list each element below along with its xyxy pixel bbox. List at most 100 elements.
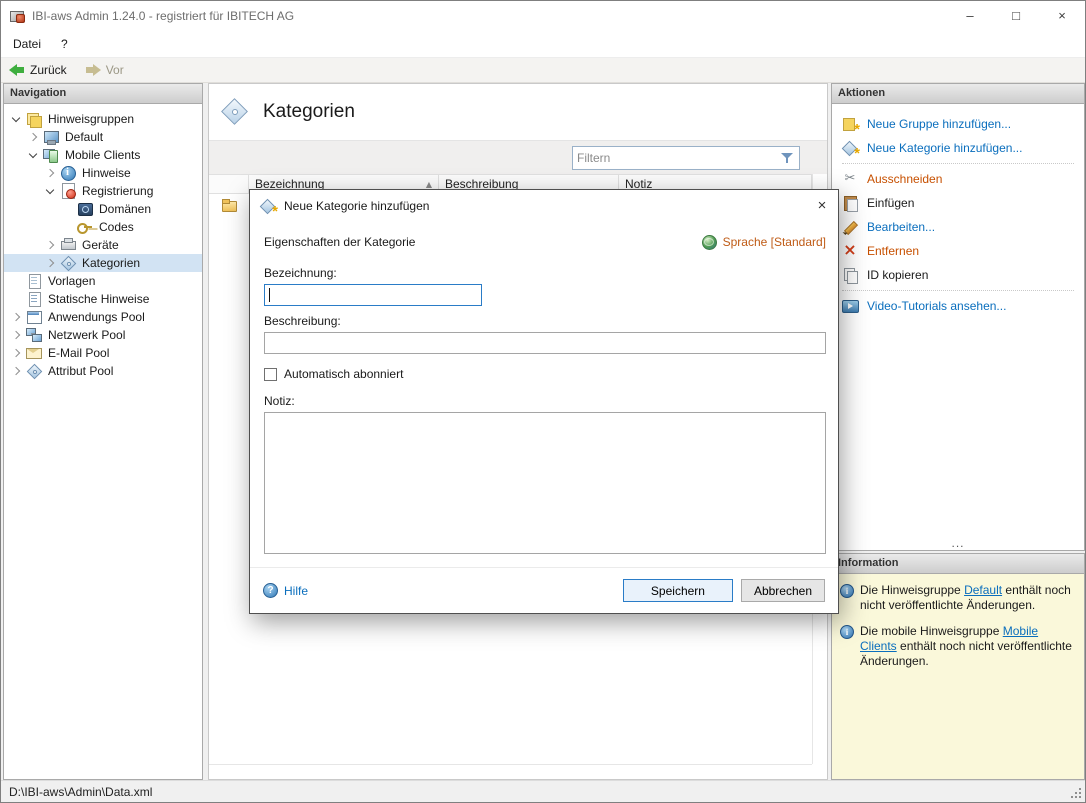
chevron-collapsed-icon[interactable] bbox=[44, 239, 57, 252]
help-link[interactable]: Hilfe bbox=[263, 583, 308, 598]
close-button[interactable]: × bbox=[1039, 1, 1085, 31]
tree-item-label: Domänen bbox=[96, 202, 154, 216]
nav-item-default[interactable]: Default bbox=[4, 128, 202, 146]
navigation-header: Navigation bbox=[4, 84, 202, 104]
info-text-prefix: Die mobile Hinweisgruppe bbox=[860, 624, 1003, 638]
computer-icon bbox=[43, 129, 59, 145]
nav-item-codes[interactable]: Codes bbox=[4, 218, 202, 236]
action-video-tutorials[interactable]: Video-Tutorials ansehen... bbox=[842, 294, 1074, 318]
chevron-collapsed-icon[interactable] bbox=[44, 167, 57, 180]
back-arrow-icon bbox=[9, 64, 25, 76]
filter-box bbox=[572, 146, 800, 170]
divider bbox=[842, 290, 1074, 291]
nav-item-attribut-pool[interactable]: Attribut Pool bbox=[4, 362, 202, 380]
actions-overflow[interactable]: ... bbox=[832, 536, 1084, 550]
notiz-label: Notiz: bbox=[264, 394, 826, 408]
template-icon bbox=[26, 273, 42, 289]
chevron-expanded-icon[interactable] bbox=[27, 149, 40, 162]
nav-item-email-pool[interactable]: E-Mail Pool bbox=[4, 344, 202, 362]
action-copy-id[interactable]: ID kopieren bbox=[842, 263, 1074, 287]
forward-button[interactable]: Vor bbox=[85, 63, 124, 77]
chevron-collapsed-icon[interactable] bbox=[10, 329, 23, 342]
devices-icon bbox=[60, 237, 76, 253]
notice-icon bbox=[60, 165, 76, 181]
tree-item-label: Registrierung bbox=[79, 184, 156, 198]
action-paste[interactable]: Einfügen bbox=[842, 191, 1074, 215]
attribute-pool-icon bbox=[26, 363, 42, 379]
nav-item-anwendungs-pool[interactable]: Anwendungs Pool bbox=[4, 308, 202, 326]
bezeichnung-input[interactable] bbox=[264, 284, 482, 306]
tree-item-label: Codes bbox=[96, 220, 137, 234]
tree-item-label: Geräte bbox=[79, 238, 122, 252]
menubar: Datei ? bbox=[1, 31, 1085, 57]
nav-item-statische-hinweise[interactable]: Statische Hinweise bbox=[4, 290, 202, 308]
language-button[interactable]: Sprache [Standard] bbox=[701, 234, 826, 250]
categories-page-icon bbox=[220, 97, 250, 127]
nav-item-netzwerk-pool[interactable]: Netzwerk Pool bbox=[4, 326, 202, 344]
chevron-expanded-icon[interactable] bbox=[10, 113, 23, 126]
filter-funnel-icon[interactable] bbox=[780, 151, 795, 165]
dialog-top-row: Eigenschaften der Kategorie Sprache [Sta… bbox=[264, 234, 826, 250]
nav-item-kategorien[interactable]: Kategorien bbox=[4, 254, 202, 272]
action-remove[interactable]: Entfernen bbox=[842, 239, 1074, 263]
minimize-button[interactable]: – bbox=[947, 1, 993, 31]
chevron-collapsed-icon[interactable] bbox=[27, 131, 40, 144]
nav-item-mobile-clients[interactable]: Mobile Clients bbox=[4, 146, 202, 164]
chevron-collapsed-icon[interactable] bbox=[10, 311, 23, 324]
menu-help[interactable]: ? bbox=[51, 31, 78, 57]
save-button[interactable]: Speichern bbox=[623, 579, 733, 602]
menu-datei[interactable]: Datei bbox=[3, 31, 51, 57]
resize-grip[interactable] bbox=[1070, 787, 1082, 799]
navigation-tree: Hinweisgruppen Default Mobile Clients Hi… bbox=[4, 104, 202, 779]
back-label: Zurück bbox=[30, 63, 67, 77]
application-pool-icon bbox=[26, 309, 42, 325]
back-button[interactable]: Zurück bbox=[9, 63, 67, 77]
dialog-body: Eigenschaften der Kategorie Sprache [Sta… bbox=[250, 222, 838, 567]
table-bottom-edge bbox=[209, 764, 812, 765]
chevron-collapsed-icon[interactable] bbox=[10, 347, 23, 360]
static-notice-icon bbox=[26, 291, 42, 307]
dialog-footer: Hilfe Speichern Abbrechen bbox=[250, 567, 838, 613]
domain-icon bbox=[77, 201, 93, 217]
tree-item-label: Default bbox=[62, 130, 106, 144]
category-tag-icon bbox=[60, 255, 76, 271]
tree-item-label: Hinweisgruppen bbox=[45, 112, 137, 126]
beschreibung-input[interactable] bbox=[264, 332, 826, 354]
filter-input[interactable] bbox=[577, 151, 776, 165]
action-new-group[interactable]: Neue Gruppe hinzufügen... bbox=[842, 112, 1074, 136]
dialog-close-button[interactable]: × bbox=[806, 190, 838, 222]
nav-item-domaenen[interactable]: Domänen bbox=[4, 200, 202, 218]
language-label: Sprache [Standard] bbox=[723, 235, 826, 249]
action-label: Bearbeiten... bbox=[867, 220, 935, 234]
tree-item-label: Mobile Clients bbox=[62, 148, 143, 162]
column-header-icon[interactable] bbox=[209, 175, 249, 193]
nav-item-vorlagen[interactable]: Vorlagen bbox=[4, 272, 202, 290]
chevron-collapsed-icon[interactable] bbox=[10, 365, 23, 378]
maximize-button[interactable]: □ bbox=[993, 1, 1039, 31]
video-icon bbox=[842, 298, 858, 314]
bezeichnung-label: Bezeichnung: bbox=[264, 266, 826, 280]
info-link-default[interactable]: Default bbox=[964, 583, 1002, 597]
app-icon bbox=[9, 8, 25, 24]
info-text: Die mobile Hinweisgruppe Mobile Clients … bbox=[860, 624, 1076, 669]
action-label: Neue Gruppe hinzufügen... bbox=[867, 117, 1011, 131]
nav-item-hinweisgruppen[interactable]: Hinweisgruppen bbox=[4, 110, 202, 128]
checkbox-unchecked-icon[interactable] bbox=[264, 368, 277, 381]
action-label: ID kopieren bbox=[867, 268, 928, 282]
chevron-collapsed-icon[interactable] bbox=[44, 257, 57, 270]
action-label: Neue Kategorie hinzufügen... bbox=[867, 141, 1022, 155]
help-label: Hilfe bbox=[284, 584, 308, 598]
nav-item-hinweise[interactable]: Hinweise bbox=[4, 164, 202, 182]
cancel-button[interactable]: Abbrechen bbox=[741, 579, 825, 602]
notiz-textarea[interactable] bbox=[264, 412, 826, 554]
action-cut[interactable]: Ausschneiden bbox=[842, 167, 1074, 191]
action-new-category[interactable]: Neue Kategorie hinzufügen... bbox=[842, 136, 1074, 160]
nav-item-geraete[interactable]: Geräte bbox=[4, 236, 202, 254]
action-edit[interactable]: Bearbeiten... bbox=[842, 215, 1074, 239]
tree-item-label: Anwendungs Pool bbox=[45, 310, 148, 324]
actions-list: Neue Gruppe hinzufügen... Neue Kategorie… bbox=[832, 104, 1084, 550]
beschreibung-label: Beschreibung: bbox=[264, 314, 826, 328]
nav-item-registrierung[interactable]: Registrierung bbox=[4, 182, 202, 200]
auto-subscribe-row[interactable]: Automatisch abonniert bbox=[264, 366, 826, 382]
chevron-expanded-icon[interactable] bbox=[44, 185, 57, 198]
